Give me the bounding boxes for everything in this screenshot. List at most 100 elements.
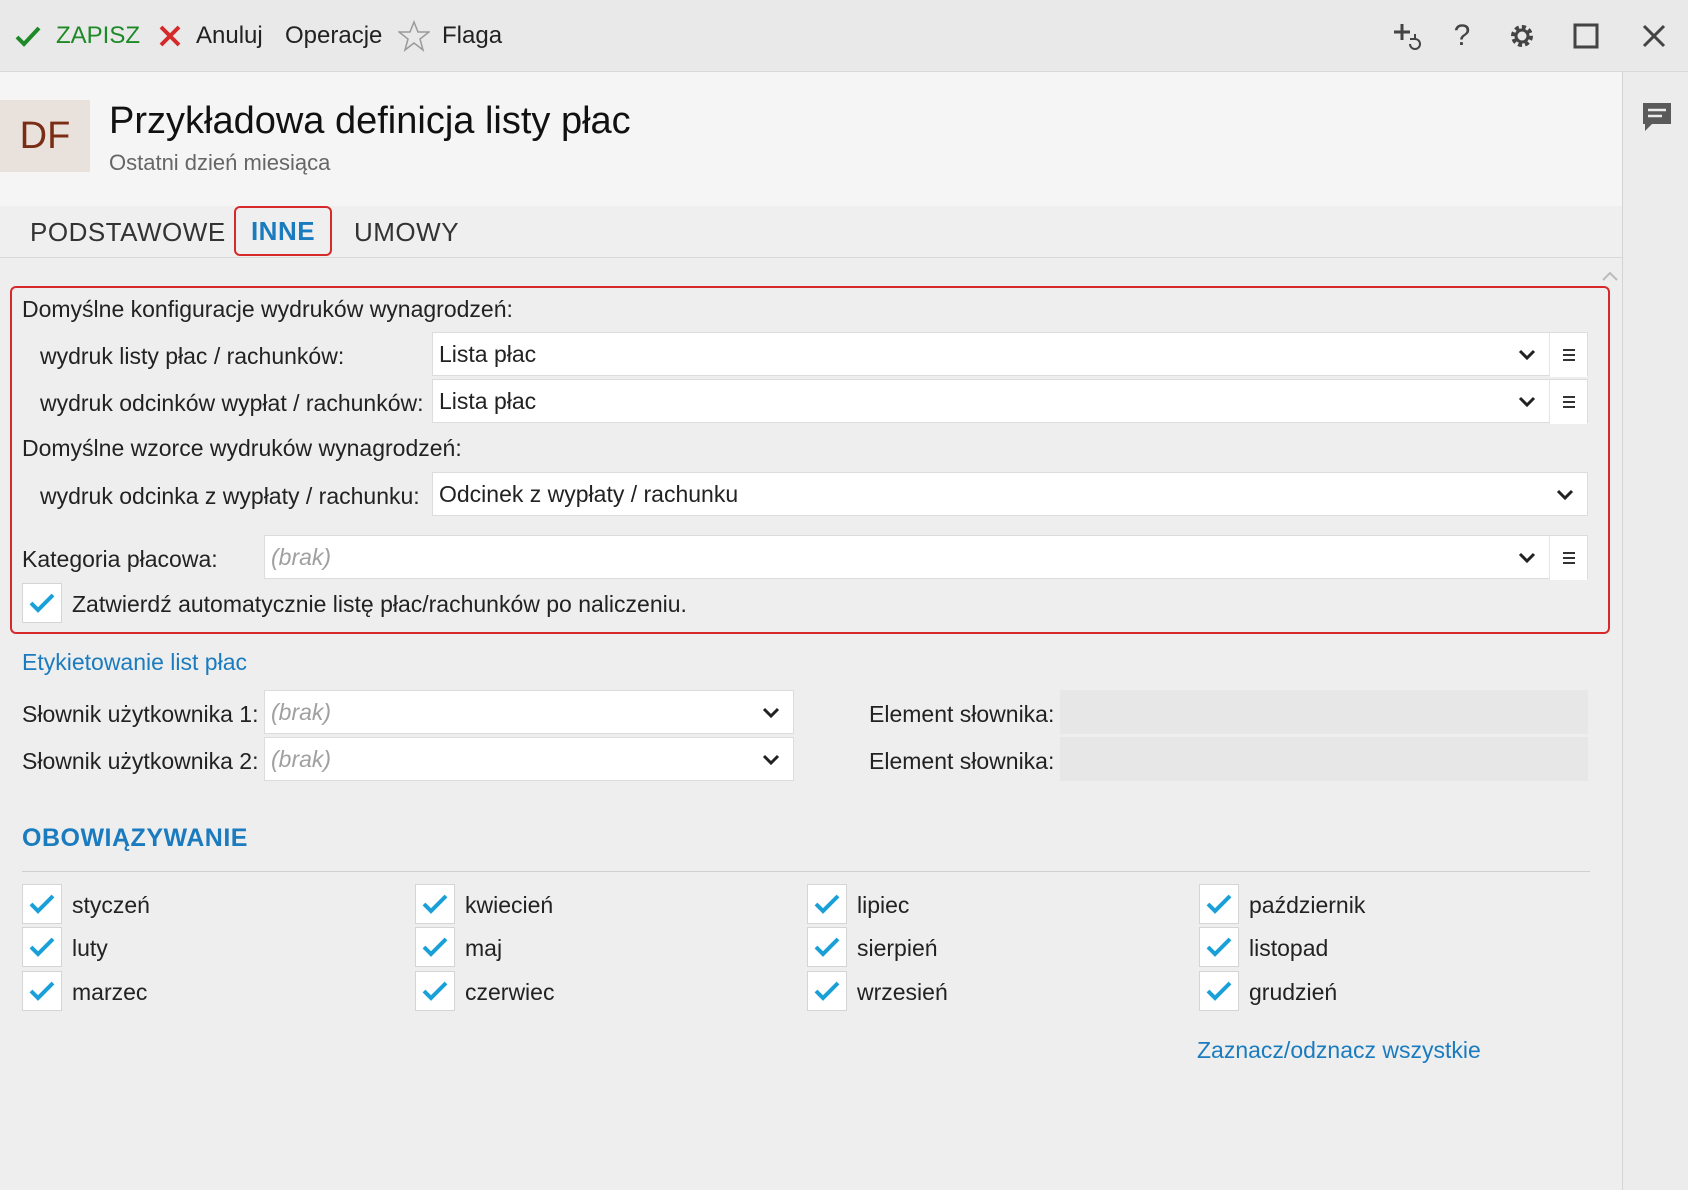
month-checkbox[interactable]	[1199, 884, 1239, 924]
checkmark-icon	[814, 981, 840, 1001]
checkmark-icon	[1206, 937, 1232, 957]
payslip-template-select[interactable]: Odcinek z wypłaty / rachunku	[432, 472, 1588, 516]
save-label: ZAPISZ	[56, 22, 141, 49]
pay-category-placeholder: (brak)	[271, 543, 332, 570]
star-icon	[398, 20, 430, 52]
month-label: lipiec	[857, 892, 910, 918]
comment-icon[interactable]	[1640, 100, 1674, 134]
checkmark-icon	[422, 937, 448, 957]
payslips-print-value: Lista płac	[439, 387, 537, 414]
chevron-down-icon[interactable]	[759, 701, 783, 725]
checkmark-icon	[29, 894, 55, 914]
dict1-label: Słownik użytkownika 1:	[22, 701, 259, 727]
pay-category-label: Kategoria płacowa:	[22, 546, 218, 572]
scroll-up-icon[interactable]	[1600, 268, 1620, 284]
chevron-down-icon[interactable]	[759, 748, 783, 772]
month-checkbox[interactable]	[807, 884, 847, 924]
gear-icon[interactable]	[1504, 18, 1540, 54]
month-label: kwiecień	[465, 892, 554, 918]
element1-label: Element słownika:	[869, 701, 1055, 727]
month-checkbox[interactable]	[415, 971, 455, 1011]
cancel-button[interactable]: Anuluj	[158, 18, 263, 54]
checkmark-icon	[814, 894, 840, 914]
chevron-down-icon[interactable]	[1515, 390, 1539, 414]
flag-button[interactable]: Flaga	[398, 18, 502, 54]
checkmark-icon	[1206, 981, 1232, 1001]
element1-field[interactable]	[1060, 690, 1588, 734]
labeling-link[interactable]: Etykietowanie list płac	[22, 649, 247, 676]
month-label: maj	[465, 935, 503, 961]
payroll-print-value: Lista płac	[439, 340, 537, 367]
chevron-down-icon[interactable]	[1515, 343, 1539, 367]
list-menu-icon[interactable]	[1549, 333, 1587, 377]
chevron-down-icon[interactable]	[1515, 546, 1539, 570]
month-label: czerwiec	[465, 979, 555, 1005]
checkmark-icon	[29, 593, 55, 613]
auto-approve-label: Zatwierdź automatycznie listę płac/rachu…	[72, 591, 687, 617]
side-rail	[1622, 72, 1688, 1190]
dict1-select[interactable]: (brak)	[264, 690, 794, 734]
list-menu-icon[interactable]	[1549, 536, 1587, 580]
page-title: Przykładowa definicja listy płac	[109, 100, 631, 142]
month-checkbox[interactable]	[1199, 927, 1239, 967]
month-label: luty	[72, 935, 108, 961]
tab-podstawowe[interactable]: PODSTAWOWE	[30, 206, 226, 258]
month-checkbox[interactable]	[807, 927, 847, 967]
month-checkbox[interactable]	[1199, 971, 1239, 1011]
record-badge: DF	[0, 100, 90, 172]
tab-umowy[interactable]: UMOWY	[354, 206, 459, 258]
cancel-label: Anuluj	[196, 22, 263, 49]
month-label: listopad	[1249, 935, 1329, 961]
checkmark-icon	[29, 937, 55, 957]
month-checkbox[interactable]	[22, 884, 62, 924]
checkmark-icon	[814, 937, 840, 957]
month-label: marzec	[72, 979, 148, 1005]
add-refresh-icon[interactable]	[1388, 18, 1424, 54]
tab-bar: PODSTAWOWE INNE UMOWY	[0, 206, 1622, 258]
checkmark-icon	[422, 894, 448, 914]
flag-label: Flaga	[442, 22, 503, 49]
print-config-heading: Domyślne konfiguracje wydruków wynagrodz…	[22, 296, 513, 322]
payslips-print-select[interactable]: Lista płac	[432, 379, 1588, 424]
payslip-template-value: Odcinek z wypłaty / rachunku	[439, 480, 739, 507]
payslip-template-label: wydruk odcinka z wypłaty / rachunku:	[40, 483, 420, 509]
month-checkbox[interactable]	[22, 971, 62, 1011]
validity-title: OBOWIĄZYWANIE	[22, 824, 248, 852]
checkmark-icon	[15, 26, 41, 47]
divider	[22, 871, 1590, 872]
month-label: sierpień	[857, 935, 938, 961]
pay-category-select[interactable]: (brak)	[264, 535, 1588, 580]
tab-inne[interactable]: INNE	[234, 206, 332, 256]
toggle-all-link[interactable]: Zaznacz/odznacz wszystkie	[1197, 1037, 1481, 1064]
page-subtitle: Ostatni dzień miesiąca	[109, 150, 331, 175]
month-checkbox[interactable]	[415, 927, 455, 967]
checkmark-icon	[422, 981, 448, 1001]
dict2-select[interactable]: (brak)	[264, 737, 794, 781]
record-header: DF Przykładowa definicja listy płac Osta…	[0, 72, 1622, 206]
month-checkbox[interactable]	[807, 971, 847, 1011]
dict1-placeholder: (brak)	[271, 698, 332, 725]
month-checkbox[interactable]	[22, 927, 62, 967]
dict2-label: Słownik użytkownika 2:	[22, 748, 259, 774]
toolbar: ZAPISZ Anuluj Operacje Flaga ?	[0, 0, 1688, 72]
list-menu-icon[interactable]	[1549, 380, 1587, 424]
help-icon[interactable]: ?	[1444, 18, 1480, 54]
month-label: grudzień	[1249, 979, 1338, 1005]
month-label: październik	[1249, 892, 1366, 918]
payroll-print-select[interactable]: Lista płac	[432, 332, 1588, 377]
payroll-print-label: wydruk listy płac / rachunków:	[40, 343, 345, 369]
save-button[interactable]: ZAPISZ	[14, 18, 140, 54]
month-checkbox[interactable]	[415, 884, 455, 924]
month-label: wrzesień	[857, 979, 948, 1005]
element2-field[interactable]	[1060, 737, 1588, 781]
close-icon[interactable]	[1636, 18, 1672, 54]
maximize-icon[interactable]	[1568, 18, 1604, 54]
chevron-down-icon[interactable]	[1553, 483, 1577, 507]
month-label: styczeń	[72, 892, 150, 918]
checkmark-icon	[29, 981, 55, 1001]
payslips-print-label: wydruk odcinków wypłat / rachunków:	[40, 390, 424, 416]
operations-menu[interactable]: Operacje	[285, 18, 382, 54]
auto-approve-checkbox[interactable]	[22, 583, 62, 623]
checkmark-icon	[1206, 894, 1232, 914]
close-red-icon	[159, 25, 181, 47]
